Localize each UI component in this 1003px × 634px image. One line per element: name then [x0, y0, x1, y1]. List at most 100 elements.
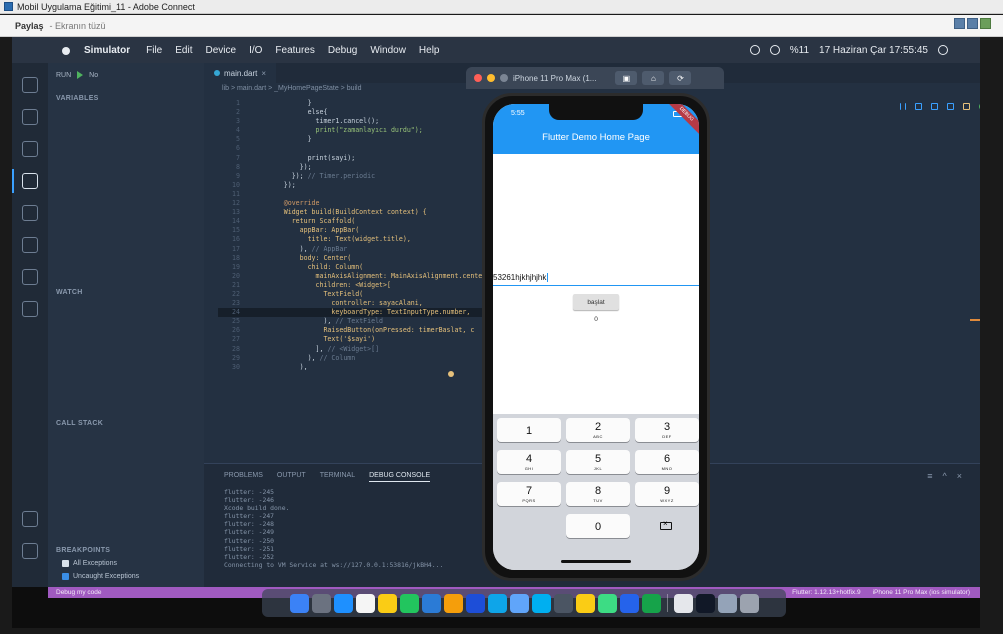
tab-terminal[interactable]: TERMINAL	[320, 472, 355, 482]
breakpoints-section[interactable]: BREAKPOINTS	[56, 547, 110, 554]
source-control-icon[interactable]	[22, 141, 38, 157]
xcode-icon[interactable]	[465, 593, 485, 613]
explorer-icon[interactable]	[22, 77, 38, 93]
line-number[interactable]: 23	[218, 299, 240, 308]
tab-output[interactable]: OUTPUT	[277, 472, 306, 482]
line-number[interactable]: 20	[218, 272, 240, 281]
wifi-icon[interactable]	[769, 45, 780, 55]
checkbox[interactable]	[62, 573, 69, 580]
terminal-icon[interactable]	[695, 593, 715, 613]
screen-icon[interactable]	[717, 593, 737, 613]
sourcetree-icon[interactable]	[619, 593, 639, 613]
key-7[interactable]: 7 PQRS	[497, 482, 561, 506]
code-line[interactable]: 27 Text('$sayi')	[218, 335, 490, 344]
line-number[interactable]: 15	[218, 226, 240, 235]
simulator-icon[interactable]	[553, 593, 573, 613]
code-line[interactable]: 5 }	[218, 135, 490, 144]
line-number[interactable]: 5	[218, 135, 240, 144]
line-number[interactable]: 2	[218, 108, 240, 117]
checkbox[interactable]	[62, 560, 69, 567]
run-debug-icon[interactable]	[22, 173, 38, 189]
vscode-icon[interactable]	[421, 593, 441, 613]
line-number[interactable]: 12	[218, 199, 240, 208]
pod-options-icon[interactable]	[980, 18, 991, 29]
line-number[interactable]: 29	[218, 354, 240, 363]
line-number[interactable]: 19	[218, 263, 240, 272]
code-line[interactable]: 15 appBar: AppBar(	[218, 226, 490, 235]
menu-debug[interactable]: Debug	[328, 45, 357, 56]
key-1[interactable]: 1	[497, 418, 561, 442]
settings-gear-icon[interactable]	[22, 543, 38, 559]
code-line[interactable]: 18 body: Center(	[218, 254, 490, 263]
code-line[interactable]: 21 children: <Widget>[	[218, 281, 490, 290]
step-into-icon[interactable]	[931, 103, 938, 110]
line-number[interactable]: 9	[218, 172, 240, 181]
code-line[interactable]: 4 print("zamanlayıcı durdu");	[218, 126, 490, 135]
step-over-icon[interactable]	[915, 103, 922, 110]
code-line[interactable]: 11	[218, 190, 490, 199]
app-store-icon[interactable]	[487, 593, 507, 613]
home-indicator[interactable]	[561, 560, 631, 563]
line-number[interactable]: 7	[218, 154, 240, 163]
key-5[interactable]: 5 JKL	[566, 450, 630, 474]
menu-help[interactable]: Help	[419, 45, 440, 56]
clock[interactable]: 17 Haziran Çar 17:55:45	[819, 45, 928, 56]
line-number[interactable]: 18	[218, 254, 240, 263]
line-number[interactable]: 21	[218, 281, 240, 290]
code-line[interactable]: 26 RaisedButton(onPressed: timerBaslat, …	[218, 326, 490, 335]
tab-debug-console[interactable]: DEBUG CONSOLE	[369, 472, 431, 482]
search-icon[interactable]	[22, 109, 38, 125]
key-2[interactable]: 2 ABC	[566, 418, 630, 442]
key-4[interactable]: 4 GHI	[497, 450, 561, 474]
line-number[interactable]: 27	[218, 335, 240, 344]
code-line[interactable]: 9 }); // Timer.periodic	[218, 172, 490, 181]
code-line[interactable]: 22 TextField(	[218, 290, 490, 299]
code-line[interactable]: 12 @override	[218, 199, 490, 208]
photos-icon[interactable]	[443, 593, 463, 613]
device-selector[interactable]: iPhone 11 Pro Max (ios simulator)	[873, 589, 970, 596]
chrome-icon[interactable]	[399, 593, 419, 613]
android-studio-icon[interactable]	[597, 593, 617, 613]
pod-layout-icon[interactable]	[954, 18, 965, 29]
close-window-icon[interactable]	[474, 74, 482, 82]
tab-problems[interactable]: PROBLEMS	[224, 472, 263, 482]
line-number[interactable]: 14	[218, 217, 240, 226]
maximize-panel-icon[interactable]: ^	[943, 471, 947, 481]
line-number[interactable]: 25	[218, 317, 240, 326]
code-line[interactable]: 7 print(sayi);	[218, 154, 490, 163]
menu-features[interactable]: Features	[275, 45, 314, 56]
lightbulb-icon[interactable]	[448, 371, 454, 377]
code-line[interactable]: 16 title: Text(widget.title),	[218, 235, 490, 244]
code-line[interactable]: 13 Widget build(BuildContext context) {	[218, 208, 490, 217]
code-line[interactable]: 6	[218, 144, 490, 153]
tab-main-dart[interactable]: main.dart ×	[204, 63, 277, 83]
trash-icon[interactable]	[739, 593, 759, 613]
key-9[interactable]: 9 WXYZ	[635, 482, 699, 506]
variables-section[interactable]: VARIABLES	[56, 95, 99, 102]
line-number[interactable]: 4	[218, 126, 240, 135]
key-6[interactable]: 6 MNO	[635, 450, 699, 474]
skype-icon[interactable]	[531, 593, 551, 613]
code-line[interactable]: 10 });	[218, 181, 490, 190]
line-number[interactable]: 13	[218, 208, 240, 217]
close-panel-icon[interactable]: ×	[957, 471, 962, 481]
minimize-window-icon[interactable]	[487, 74, 495, 82]
code-line[interactable]: 29 ), // Column	[218, 354, 490, 363]
breakpoint-uncaught-exceptions[interactable]: Uncaught Exceptions	[62, 573, 139, 580]
chrome-alt-icon[interactable]	[575, 593, 595, 613]
code-line[interactable]: 19 child: Column(	[218, 263, 490, 272]
code-line[interactable]: 1 }	[218, 99, 490, 108]
code-line[interactable]: 14 return Scaffold(	[218, 217, 490, 226]
line-number[interactable]: 24	[218, 308, 240, 317]
code-line[interactable]: 2 else{	[218, 108, 490, 117]
clear-console-icon[interactable]: ≡	[927, 471, 932, 481]
code-line[interactable]: 24 keyboardType: TextInputType.number,	[218, 308, 491, 318]
start-button[interactable]: başlat	[573, 294, 619, 310]
line-number[interactable]: 10	[218, 181, 240, 190]
code-line[interactable]: 25 ), // TextField	[218, 317, 490, 326]
key-0[interactable]: 0	[566, 514, 630, 538]
screen-share-icon[interactable]	[749, 45, 760, 55]
menu-device[interactable]: Device	[205, 45, 236, 56]
line-number[interactable]: 1	[218, 99, 240, 108]
account-icon[interactable]	[22, 511, 38, 527]
